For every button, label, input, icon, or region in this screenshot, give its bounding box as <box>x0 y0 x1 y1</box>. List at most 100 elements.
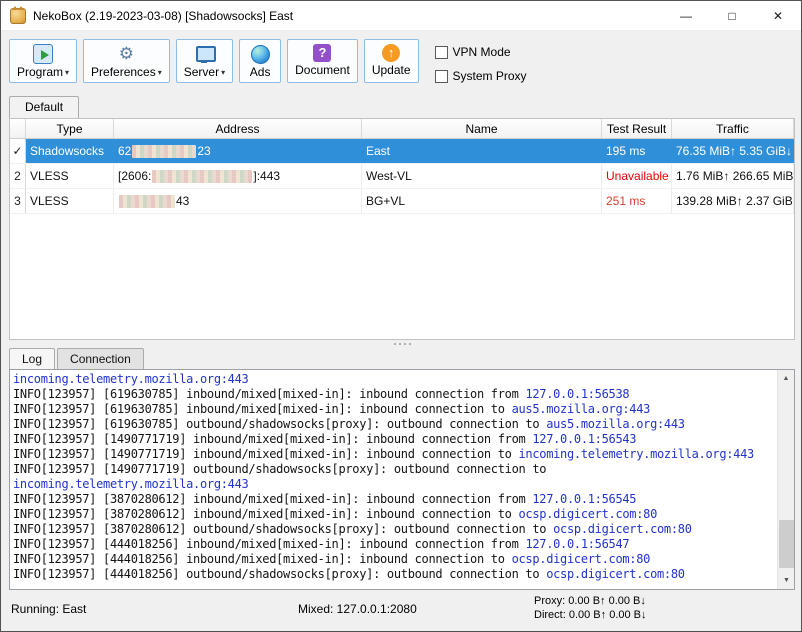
server-icon <box>194 44 214 64</box>
table-row-3[interactable]: 3VLESS43BG+VL251 ms139.28 MiB↑ 2.37 GiB↓ <box>10 189 794 214</box>
toolbar-button-update[interactable]: Update <box>364 39 419 83</box>
log-line: INFO[123957] [3870280612] inbound/mixed[… <box>13 492 774 507</box>
status-mixed-endpoint: Mixed: 127.0.0.1:2080 <box>298 602 417 616</box>
log-line: INFO[123957] [1490771719] inbound/mixed[… <box>13 432 774 447</box>
log-line: INFO[123957] [444018256] inbound/mixed[m… <box>13 552 774 567</box>
status-traffic: Proxy: 0.00 B↑ 0.00 B↓ Direct: 0.00 B↑ 0… <box>534 594 647 622</box>
table-row-2[interactable]: 2VLESS[2606:]:443West-VLUnavailable1.76 … <box>10 164 794 189</box>
document-icon <box>313 44 331 62</box>
log-line: INFO[123957] [444018256] inbound/mixed[m… <box>13 537 774 552</box>
window-title: NekoBox (2.19-2023-03-08) [Shadowsocks] … <box>33 9 293 23</box>
titlebar: NekoBox (2.19-2023-03-08) [Shadowsocks] … <box>1 1 801 31</box>
dropdown-arrow-icon: ▾ <box>65 68 69 77</box>
checkbox-label: System Proxy <box>453 69 527 83</box>
status-running: Running: East <box>11 602 86 616</box>
log-panel: incoming.telemetry.mozilla.org:443INFO[1… <box>9 369 795 590</box>
scroll-up-arrow-icon[interactable]: ▲ <box>778 370 794 387</box>
cell-test-result: 251 ms <box>602 189 672 213</box>
group-tab-bar: Default <box>9 96 79 118</box>
table-header: TypeAddressNameTest ResultTraffic <box>10 119 794 139</box>
update-icon <box>382 44 400 62</box>
toolbar-button-labelrow: Ads <box>250 65 271 79</box>
table-body: ✓Shadowsocks6223East195 ms76.35 MiB↑ 5.3… <box>10 139 794 214</box>
log-tabs: LogConnection <box>9 348 144 369</box>
status-proxy-traffic: Proxy: 0.00 B↑ 0.00 B↓ <box>534 594 647 608</box>
column-header-traffic[interactable]: Traffic <box>672 119 794 138</box>
cell-address: 43 <box>114 189 362 213</box>
cell-test-result: 195 ms <box>602 139 672 163</box>
toolbar-button-labelrow: Server▾ <box>184 65 225 79</box>
log-line: INFO[123957] [619630785] inbound/mixed[m… <box>13 402 774 417</box>
toolbar-button-label: Preferences <box>91 65 156 79</box>
toolbar-button-program[interactable]: Program▾ <box>9 39 77 83</box>
dropdown-arrow-icon: ▾ <box>221 68 225 77</box>
toolbar-button-server[interactable]: Server▾ <box>176 39 233 83</box>
status-bar: Running: East Mixed: 127.0.0.1:2080 Prox… <box>1 590 801 631</box>
toolbar-checkboxes: VPN Mode System Proxy <box>435 45 527 83</box>
log-line: INFO[123957] [444018256] outbound/shadow… <box>13 567 774 582</box>
log-line: INFO[123957] [619630785] outbound/shadow… <box>13 417 774 432</box>
toolbar-button-preferences[interactable]: Preferences▾ <box>83 39 170 83</box>
row-marker: 2 <box>10 164 26 188</box>
table-row-1[interactable]: ✓Shadowsocks6223East195 ms76.35 MiB↑ 5.3… <box>10 139 794 164</box>
toolbar-button-label: Server <box>184 65 219 79</box>
maximize-button[interactable]: □ <box>709 1 755 31</box>
window-controls: —□✕ <box>663 1 801 31</box>
log-line: INFO[123957] [1490771719] inbound/mixed[… <box>13 447 774 462</box>
cell-type: VLESS <box>26 164 114 188</box>
cell-traffic: 76.35 MiB↑ 5.35 GiB↓ <box>672 139 794 163</box>
toolbar-button-label: Ads <box>250 65 271 79</box>
toolbar-button-document[interactable]: Document <box>287 39 358 83</box>
log-line: INFO[123957] [3870280612] inbound/mixed[… <box>13 507 774 522</box>
toolbar-button-labelrow: Preferences▾ <box>91 65 162 79</box>
cell-type: VLESS <box>26 189 114 213</box>
toolbar-buttons: Program▾Preferences▾Server▾AdsDocumentUp… <box>9 39 419 83</box>
blurred-text <box>152 170 252 183</box>
column-header-address[interactable]: Address <box>114 119 362 138</box>
cell-name: East <box>362 139 602 163</box>
tab-connection[interactable]: Connection <box>57 348 144 369</box>
tab-log[interactable]: Log <box>9 348 55 369</box>
scroll-down-arrow-icon[interactable]: ▼ <box>778 572 795 589</box>
preferences-icon <box>116 44 136 64</box>
row-marker: 3 <box>10 189 26 213</box>
toolbar-button-label: Update <box>372 63 411 77</box>
cell-name: West-VL <box>362 164 602 188</box>
toolbar-button-ads[interactable]: Ads <box>239 39 281 83</box>
cell-address: 6223 <box>114 139 362 163</box>
log-scrollbar[interactable]: ▲ ▼ <box>777 370 794 589</box>
toolbar: Program▾Preferences▾Server▾AdsDocumentUp… <box>1 32 801 95</box>
blurred-text <box>132 145 196 158</box>
checkbox-box <box>435 70 448 83</box>
log-line: INFO[123957] [1490771719] outbound/shado… <box>13 462 774 477</box>
column-header-type[interactable]: Type <box>26 119 114 138</box>
checkbox-system-proxy[interactable]: System Proxy <box>435 69 527 83</box>
column-header-test-result[interactable]: Test Result <box>602 119 672 138</box>
splitter-handle[interactable] <box>1 340 802 348</box>
table-corner-cell[interactable] <box>10 119 26 138</box>
nekobox-window: NekoBox (2.19-2023-03-08) [Shadowsocks] … <box>0 0 802 632</box>
cell-traffic: 1.76 MiB↑ 266.65 MiB↓ <box>672 164 794 188</box>
cell-test-result: Unavailable <box>602 164 672 188</box>
toolbar-button-label: Program <box>17 65 63 79</box>
log-line: INFO[123957] [619630785] inbound/mixed[m… <box>13 387 774 402</box>
log-line: INFO[123957] [3870280612] outbound/shado… <box>13 522 774 537</box>
checkbox-box <box>435 46 448 59</box>
cell-address: [2606:]:443 <box>114 164 362 188</box>
cell-type: Shadowsocks <box>26 139 114 163</box>
cell-name: BG+VL <box>362 189 602 213</box>
tab-default[interactable]: Default <box>9 96 79 118</box>
scrollbar-thumb[interactable] <box>779 520 794 568</box>
status-direct-traffic: Direct: 0.00 B↑ 0.00 B↓ <box>534 608 647 622</box>
log-content: incoming.telemetry.mozilla.org:443INFO[1… <box>10 370 777 589</box>
dropdown-arrow-icon: ▾ <box>158 68 162 77</box>
checkbox-vpn-mode[interactable]: VPN Mode <box>435 45 527 59</box>
checkbox-label: VPN Mode <box>453 45 511 59</box>
cell-traffic: 139.28 MiB↑ 2.37 GiB↓ <box>672 189 794 213</box>
close-button[interactable]: ✕ <box>755 1 801 31</box>
toolbar-button-labelrow: Program▾ <box>17 65 69 79</box>
minimize-button[interactable]: — <box>663 1 709 31</box>
blurred-text <box>119 195 175 208</box>
column-header-name[interactable]: Name <box>362 119 602 138</box>
ads-icon <box>250 44 270 64</box>
